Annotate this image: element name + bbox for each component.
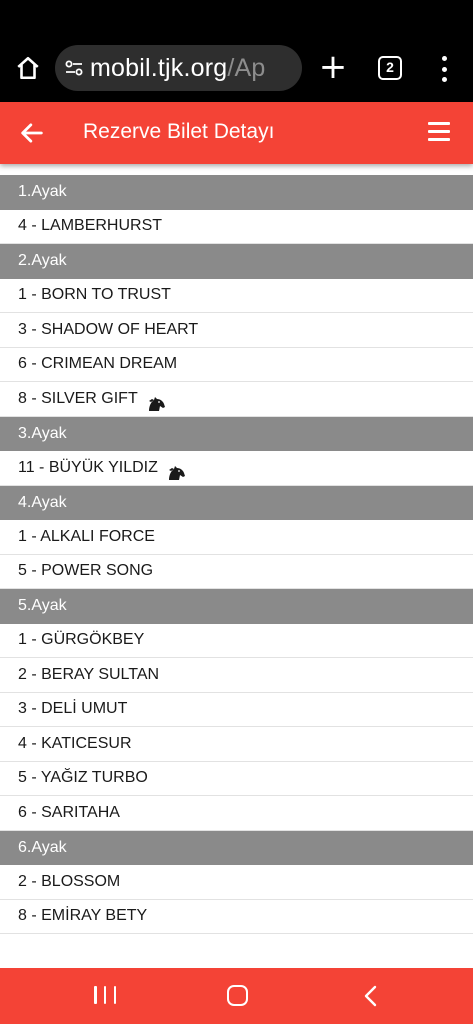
horse-name: 8 - SILVER GIFT [18,389,138,407]
horse-name: 5 - POWER SONG [18,562,154,579]
tab-switcher-button[interactable]: 2 [378,56,402,80]
leg-header: 1.Ayak [0,175,473,210]
horse-row: 8 - EMİRAY BETY [0,899,473,934]
plus-icon[interactable]: + [318,50,348,84]
horse-row: 11 - BÜYÜK YILDIZ [0,451,473,486]
leg-header: 6.Ayak [0,830,473,865]
recent-apps-icon[interactable] [94,986,116,1006]
horse-row: 6 - SARITAHA [0,796,473,831]
horse-head-icon [146,391,166,411]
horse-row: 2 - BERAY SULTAN [0,658,473,693]
horse-name: 4 - LAMBERHURST [18,217,163,234]
url-domain: mobil.tjk.org [90,53,228,82]
address-bar[interactable]: mobil.tjk.org/Ap [55,45,302,91]
leg-header: 3.Ayak [0,416,473,451]
horse-row: 1 - GÜRGÖKBEY [0,623,473,658]
horse-row: 8 - SILVER GIFT [0,382,473,417]
scrolled-content-edge [0,164,473,175]
horse-row: 6 - CRIMEAN DREAM [0,347,473,382]
arrow-left-icon[interactable] [18,119,46,147]
horse-name: 3 - SHADOW OF HEART [18,320,199,338]
home-icon[interactable] [12,52,44,84]
url-text: mobil.tjk.org/Ap [90,54,266,83]
leg-header: 5.Ayak [0,589,473,624]
horse-name: 1 - BORN TO TRUST [18,286,171,303]
horse-name: 6 - SARITAHA [18,803,120,821]
horse-name: 11 - BÜYÜK YILDIZ [18,458,158,476]
app-header: Rezerve Bilet Detayı [0,102,473,164]
horse-row: 4 - KATICESUR [0,727,473,762]
horse-name: 1 - GÜRGÖKBEY [18,631,145,648]
horse-row: 5 - POWER SONG [0,554,473,589]
url-path: /Ap [227,53,266,82]
horse-row: 1 - ALKALI FORCE [0,520,473,555]
horse-name: 2 - BERAY SULTAN [18,665,160,683]
more-vert-icon[interactable] [432,54,456,84]
horse-row: 2 - BLOSSOM [0,865,473,900]
bet-detail-list: 1.Ayak 4 - LAMBERHURST 2.Ayak 1 - BORN TO T… [0,164,473,968]
site-settings-icon[interactable] [64,58,84,78]
hamburger-menu-icon[interactable] [428,122,454,144]
nav-home-icon[interactable] [227,985,248,1006]
horse-name: 3 - DELİ UMUT [18,700,128,717]
leg-header: 4.Ayak [0,485,473,520]
leg-header: 2.Ayak [0,244,473,279]
horse-name: 1 - ALKALI FORCE [18,527,155,545]
horse-row: 3 - DELİ UMUT [0,692,473,727]
page-title: Rezerve Bilet Detayı [83,120,275,143]
horse-name: 8 - EMİRAY BETY [18,907,148,924]
horse-name: 4 - KATICESUR [18,734,132,752]
horse-name: 2 - BLOSSOM [18,872,121,890]
horse-head-icon [166,460,186,480]
horse-name: 5 - YAĞIZ TURBO [18,769,148,786]
horse-row: 4 - LAMBERHURST [0,209,473,244]
system-nav-bar [0,968,473,1024]
browser-toolbar: mobil.tjk.org/Ap + 2 [0,0,473,102]
horse-name: 6 - CRIMEAN DREAM [18,355,178,372]
horse-row: 3 - SHADOW OF HEART [0,313,473,348]
nav-back-icon[interactable] [361,984,381,1008]
horse-row: 5 - YAĞIZ TURBO [0,761,473,796]
horse-row: 1 - BORN TO TRUST [0,278,473,313]
